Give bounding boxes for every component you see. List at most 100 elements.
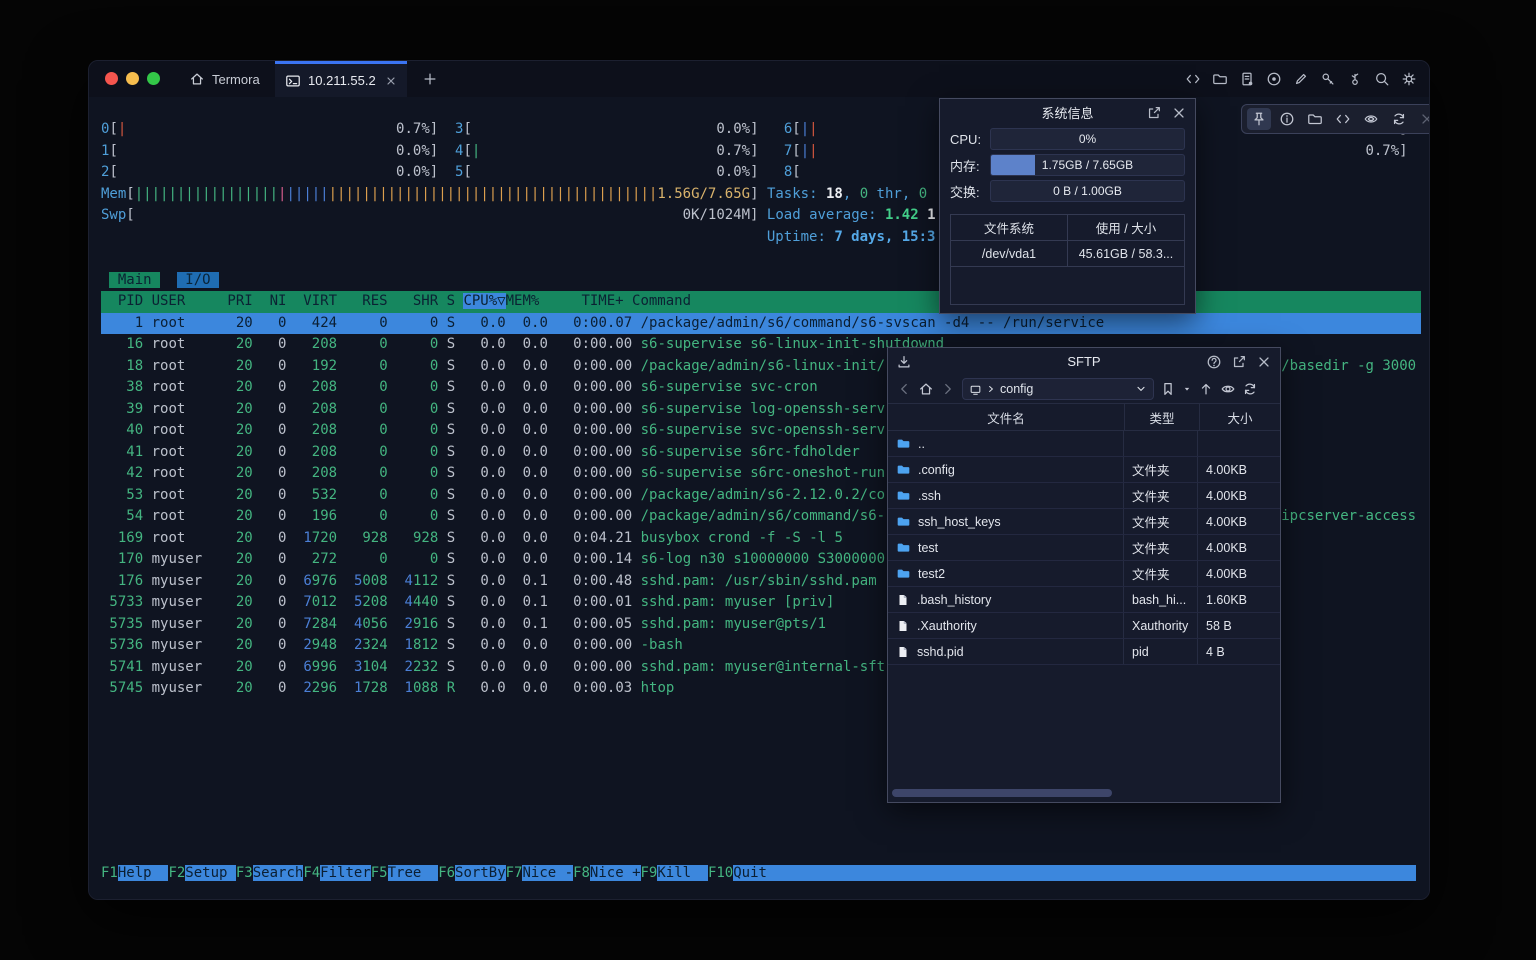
record-icon[interactable] bbox=[1266, 71, 1282, 87]
meter-label: CPU: bbox=[950, 132, 990, 147]
folder-icon bbox=[896, 462, 911, 477]
folder-icon bbox=[896, 566, 911, 581]
path-breadcrumb[interactable]: config bbox=[962, 378, 1154, 400]
upload-icon[interactable] bbox=[1198, 381, 1214, 397]
file-row-sshd.pid[interactable]: sshd.pidpid4 B bbox=[888, 639, 1280, 665]
info-icon[interactable] bbox=[1275, 108, 1299, 130]
tab-label: 10.211.55.2 bbox=[308, 73, 376, 88]
file-row-ssh_host_keys[interactable]: ssh_host_keys文件夹4.00KB bbox=[888, 509, 1280, 535]
file-icon bbox=[896, 645, 910, 659]
edit-icon[interactable] bbox=[1293, 71, 1309, 87]
home-icon[interactable] bbox=[918, 381, 934, 397]
code-icon[interactable] bbox=[1331, 108, 1355, 130]
file-row-.bash_history[interactable]: .bash_historybash_hi...1.60KB bbox=[888, 587, 1280, 613]
help-icon[interactable] bbox=[1206, 354, 1222, 370]
bookmark-icon[interactable] bbox=[1160, 381, 1176, 397]
device-icon bbox=[969, 383, 982, 396]
sftp-title: SFTP bbox=[1067, 354, 1100, 369]
transfers-icon[interactable] bbox=[896, 348, 912, 375]
bookmark-menu-icon[interactable] bbox=[1182, 384, 1192, 394]
new-tab-button[interactable] bbox=[419, 68, 441, 90]
refresh-icon[interactable] bbox=[1242, 381, 1258, 397]
file-name: test bbox=[918, 541, 938, 555]
fkey-f6-button[interactable]: SortBy bbox=[455, 865, 506, 881]
horizontal-scrollbar[interactable] bbox=[892, 789, 1112, 797]
close-icon[interactable] bbox=[1171, 105, 1187, 121]
desktop: { "titlebar": { "tabs": [ {"label": "Ter… bbox=[0, 0, 1536, 960]
fkey-f4-button[interactable]: Filter bbox=[320, 865, 371, 881]
tab-ssh-session[interactable]: 10.211.55.2 bbox=[275, 61, 407, 97]
termora-window: Termora 10.211.55.2 0[| 0.7%] 3[ 0.0%] 6… bbox=[88, 60, 1430, 900]
process-table-header[interactable]: PID USER PRI NI VIRT RES SHR S CPU%▽MEM%… bbox=[101, 291, 1421, 313]
fkey-f3-button[interactable]: Search bbox=[253, 865, 304, 881]
chevron-down-icon[interactable] bbox=[1135, 383, 1147, 395]
fkey-f9-button[interactable]: Kill bbox=[657, 865, 708, 881]
close-icon[interactable] bbox=[1415, 108, 1430, 130]
file-size: 4.00KB bbox=[1198, 509, 1280, 534]
refresh-icon[interactable] bbox=[1387, 108, 1411, 130]
file-name: .config bbox=[918, 463, 955, 477]
file-row-.config[interactable]: .config文件夹4.00KB bbox=[888, 457, 1280, 483]
open-in-window-icon[interactable] bbox=[1146, 105, 1162, 121]
back-icon[interactable] bbox=[896, 381, 912, 397]
file-name: test2 bbox=[918, 567, 945, 581]
sysinfo-meter-2: 交换:0 B / 1.00GB bbox=[940, 178, 1195, 204]
open-in-window-icon[interactable] bbox=[1231, 354, 1247, 370]
htop-screen-tabs[interactable]: Main I/O bbox=[101, 270, 1421, 292]
minimize-window-button[interactable] bbox=[126, 72, 139, 85]
fkey-f8-button[interactable]: Nice + bbox=[590, 865, 641, 881]
htop-mem-meter-row: Mem[||||||||||||||||||||||||||||||||||||… bbox=[101, 184, 1421, 206]
sysinfo-meter-0: CPU:0% bbox=[940, 126, 1195, 152]
file-row-.Xauthority[interactable]: .XauthorityXauthority58 B bbox=[888, 613, 1280, 639]
htop-swap-meter-row: Swp[ 0K/1024M] Load average: 1.42 1 bbox=[101, 205, 1421, 227]
fkey-f1-button[interactable]: Help bbox=[118, 865, 169, 881]
file-row-test2[interactable]: test2文件夹4.00KB bbox=[888, 561, 1280, 587]
home-icon bbox=[189, 71, 205, 87]
close-icon[interactable] bbox=[1256, 354, 1272, 370]
fkey-f7-button[interactable]: Nice - bbox=[522, 865, 573, 881]
notes-icon[interactable] bbox=[1239, 71, 1255, 87]
process-row-1[interactable]: 1 root 20 0 424 0 0 S 0.0 0.0 0:00.07 /p… bbox=[101, 313, 1421, 335]
file-row-.ssh[interactable]: .ssh文件夹4.00KB bbox=[888, 483, 1280, 509]
search-icon[interactable] bbox=[1374, 71, 1390, 87]
sort-column-cpu[interactable]: CPU%▽ bbox=[463, 293, 505, 309]
htop-tab-main[interactable]: Main bbox=[109, 272, 160, 288]
sftp-navbar: config bbox=[888, 375, 1280, 403]
file-size bbox=[1198, 431, 1280, 456]
fs-table-row[interactable]: /dev/vda145.61GB / 58.3... bbox=[951, 241, 1184, 267]
close-tab-icon[interactable] bbox=[385, 75, 397, 87]
close-window-button[interactable] bbox=[105, 72, 118, 85]
folder-icon bbox=[896, 488, 911, 503]
show-hidden-icon[interactable] bbox=[1220, 381, 1236, 397]
folder-icon bbox=[896, 514, 911, 529]
tab-termora-home[interactable]: Termora bbox=[177, 61, 272, 97]
nvidia-icon[interactable] bbox=[1359, 108, 1383, 130]
fkey-f5-button[interactable]: Tree bbox=[388, 865, 439, 881]
key-icon[interactable] bbox=[1320, 71, 1336, 87]
htop-function-bar[interactable]: F1Help F2Setup F3SearchF4FilterF5Tree F6… bbox=[101, 863, 1421, 885]
keychain-icon[interactable] bbox=[1347, 71, 1363, 87]
folder-icon[interactable] bbox=[1303, 108, 1327, 130]
system-info-panel: 系统信息 CPU:0%内存:1.75GB / 7.65GB交换:0 B / 1.… bbox=[939, 98, 1196, 314]
file-name: .Xauthority bbox=[917, 619, 977, 633]
fkey-f10-button[interactable]: Quit bbox=[733, 865, 1416, 881]
filesystem-table: 文件系统使用 / 大小/dev/vda145.61GB / 58.3... bbox=[950, 214, 1185, 305]
folder-icon bbox=[896, 436, 911, 451]
file-row-..[interactable]: .. bbox=[888, 431, 1280, 457]
file-table-header[interactable]: 文件名类型大小 bbox=[888, 403, 1280, 431]
meter-bar: 0 B / 1.00GB bbox=[990, 180, 1185, 202]
file-size: 4 B bbox=[1198, 639, 1280, 664]
file-row-test[interactable]: test文件夹4.00KB bbox=[888, 535, 1280, 561]
forward-icon[interactable] bbox=[940, 381, 956, 397]
maximize-window-button[interactable] bbox=[147, 72, 160, 85]
settings-icon[interactable] bbox=[1401, 71, 1417, 87]
fkey-f2-button[interactable]: Setup bbox=[185, 865, 236, 881]
folder-icon[interactable] bbox=[1212, 71, 1228, 87]
meter-value: 1.75GB / 7.65GB bbox=[991, 155, 1184, 175]
code-icon[interactable] bbox=[1185, 71, 1201, 87]
meter-value: 0% bbox=[991, 129, 1184, 149]
pin-icon[interactable] bbox=[1247, 108, 1271, 130]
htop-tab-io[interactable]: I/O bbox=[177, 272, 219, 288]
sftp-panel: SFTP config 文件名类型大小 .. bbox=[887, 347, 1281, 803]
fs-table-header: 文件系统使用 / 大小 bbox=[951, 215, 1184, 241]
